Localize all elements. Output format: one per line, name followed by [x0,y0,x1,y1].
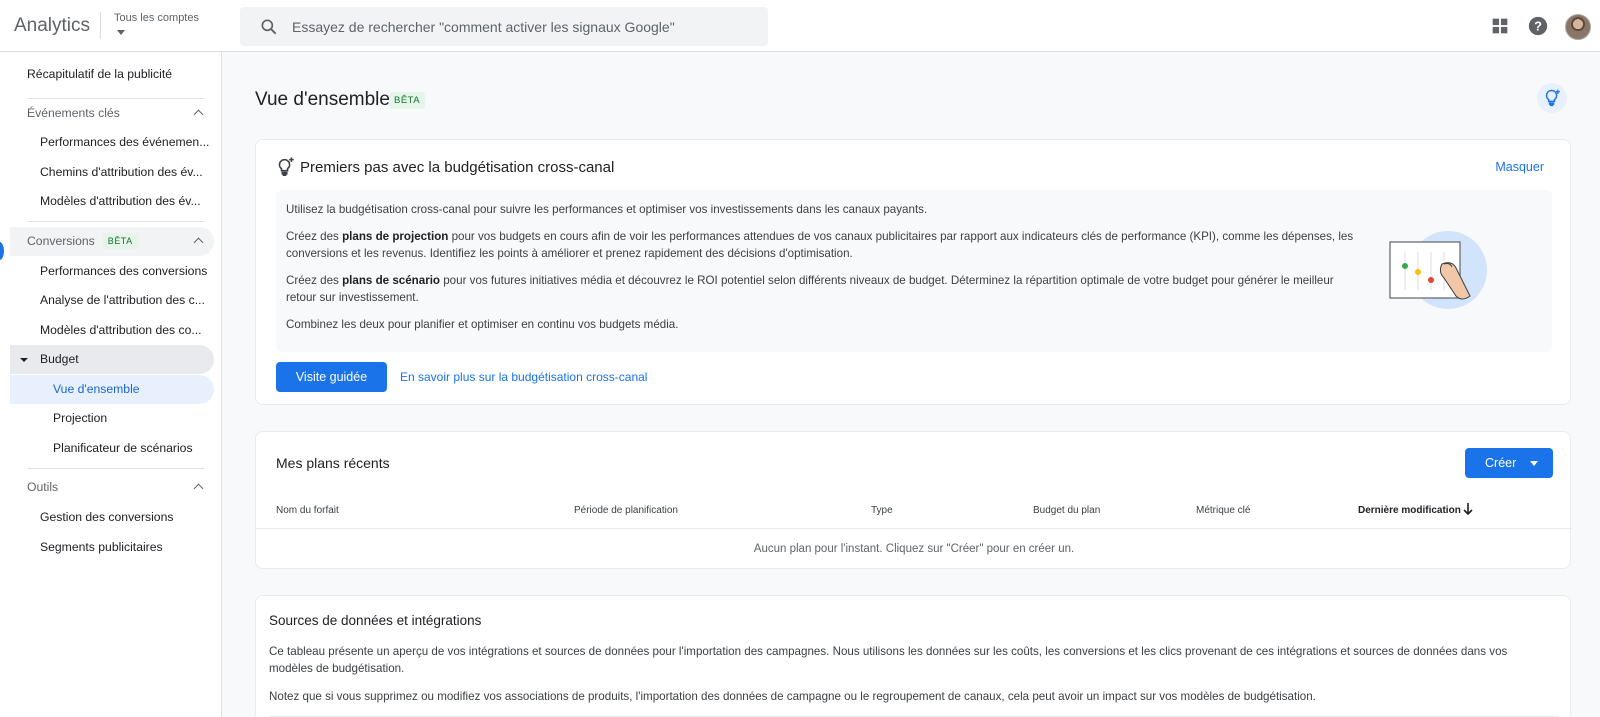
sidebar-item-overview[interactable]: Vue d'ensemble [10,375,214,404]
insights-button[interactable] [1537,83,1567,113]
apps-grid-icon[interactable] [1489,15,1511,37]
empty-state-message: Aucun plan pour l'instant. Cliquez sur "… [753,543,1075,555]
column-header-plan-name[interactable]: Nom du forfait [276,505,339,516]
combine-text: Combinez les deux pour planifier et opti… [286,318,679,331]
chevron-up-icon [193,483,204,494]
projection-text: Créez des plans de projection pour vos b… [286,230,1354,260]
budget-illustration [1389,231,1487,309]
column-header-planning-period[interactable]: Période de planification [574,505,678,516]
create-button[interactable]: Créer [1465,448,1553,478]
data-sources-description: Ce tableau présente un aperçu de vos int… [269,645,1508,675]
divider [256,528,1572,529]
recent-plans-title: Mes plans récents [276,455,390,471]
account-picker-label[interactable]: Tous les comptes [114,12,199,24]
sidebar-item-budget[interactable]: Budget [10,345,214,374]
column-header-key-metric[interactable]: Métrique clé [1196,505,1250,516]
sidebar: Récapitulatif de la publicité Événements… [0,52,222,717]
recent-plans-card: Mes plans récents Créer Nom du forfait P… [255,431,1572,569]
sidebar-item-key-event-paths[interactable]: Chemins d'attribution des év... [10,158,214,187]
lightbulb-icon [278,157,294,176]
chevron-down-icon [1530,461,1538,466]
sidebar-item-conversion-performance[interactable]: Performances des conversions [10,257,214,286]
column-header-last-modified[interactable]: Dernière modification [1358,505,1461,516]
sidebar-item-attribution-analysis[interactable]: Analyse de l'attribution des c... [10,286,214,315]
search-icon [261,19,277,35]
learn-more-link[interactable]: En savoir plus sur la budgétisation cros… [400,370,647,384]
column-header-type[interactable]: Type [871,505,893,516]
account-picker-caret-icon[interactable] [117,30,125,35]
sidebar-section-conversions[interactable]: Conversions BÊTA [10,227,214,256]
top-bar: Analytics Tous les comptes ? [0,0,1600,52]
sidebar-item-projection[interactable]: Projection [10,404,214,433]
guided-tour-button[interactable]: Visite guidée [276,362,387,392]
beta-badge: BÊTA [102,233,138,249]
divider [28,221,204,222]
caret-down-icon [20,358,28,362]
svg-text:?: ? [1534,19,1542,34]
sidebar-item-scenario-planner[interactable]: Planificateur de scénarios [10,434,214,463]
collapse-handle[interactable] [0,242,4,260]
search-bar[interactable] [240,7,768,46]
sidebar-item-conversion-models[interactable]: Modèles d'attribution des co... [10,316,214,345]
page-title: Vue d'ensemble [255,89,390,110]
arrow-down-icon[interactable] [1461,502,1475,516]
sidebar-item-key-event-performance[interactable]: Performances des événemen... [10,128,214,157]
sidebar-item-ad-segments[interactable]: Segments publicitaires [10,533,214,562]
beta-badge: BÊTA [389,92,426,109]
divider [28,468,204,469]
intro-text: Utilisez la budgétisation cross-canal po… [286,203,928,216]
divider [100,12,101,39]
sidebar-item-conversion-management[interactable]: Gestion des conversions [10,503,214,532]
app-brand[interactable]: Analytics [14,15,90,37]
getting-started-card: Premiers pas avec la budgétisation cross… [255,139,1571,405]
getting-started-title: Premiers pas avec la budgétisation cross… [300,159,615,176]
sidebar-item-ads-snapshot[interactable]: Récapitulatif de la publicité [10,60,214,89]
avatar[interactable] [1565,14,1591,40]
column-header-plan-budget[interactable]: Budget du plan [1033,505,1100,516]
chevron-up-icon [193,109,204,120]
search-input[interactable] [292,7,752,46]
scenario-text: Créez des plans de scénario pour vos fut… [286,274,1334,304]
help-icon[interactable]: ? [1527,15,1549,37]
sidebar-section-tools[interactable]: Outils [10,473,214,502]
sidebar-section-key-events[interactable]: Événements clés [10,99,214,128]
data-sources-note: Notez que si vous supprimez ou modifiez … [269,690,1316,703]
hide-link[interactable]: Masquer [1495,160,1544,174]
data-sources-card: Sources de données et intégrations Ce ta… [255,595,1571,717]
info-box: Utilisez la budgétisation cross-canal po… [276,190,1552,352]
sidebar-item-key-event-models[interactable]: Modèles d'attribution des év... [10,187,214,216]
lightbulb-icon [1545,89,1560,107]
data-sources-title: Sources de données et intégrations [269,613,482,628]
chevron-up-icon [193,237,204,248]
